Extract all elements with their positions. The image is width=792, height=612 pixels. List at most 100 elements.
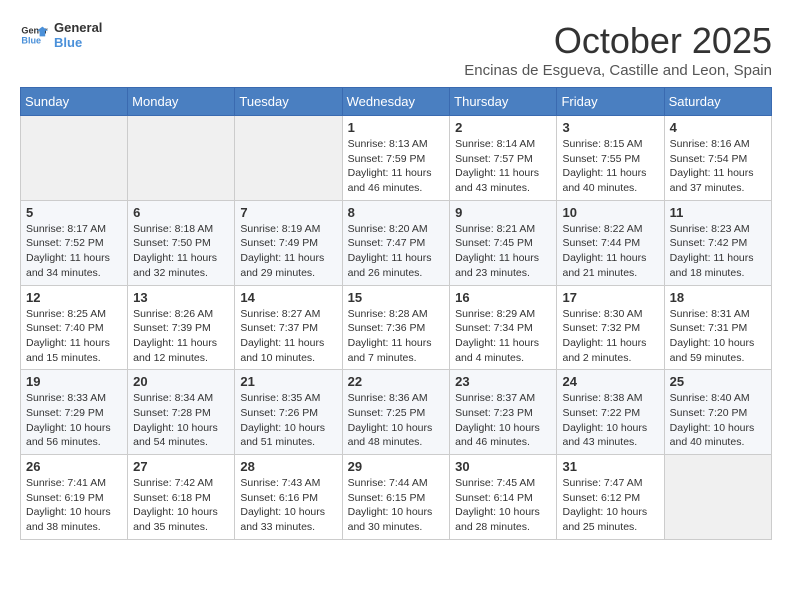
day-number: 2 — [455, 120, 551, 135]
weekday-header-friday: Friday — [557, 88, 664, 116]
day-cell: 1 Sunrise: 8:13 AM Sunset: 7:59 PM Daylig… — [342, 116, 450, 201]
day-info: Sunrise: 8:38 AM Sunset: 7:22 PM Dayligh… — [562, 391, 658, 450]
weekday-header-row: SundayMondayTuesdayWednesdayThursdayFrid… — [21, 88, 772, 116]
day-number: 6 — [133, 205, 229, 220]
day-cell: 27 Sunrise: 7:42 AM Sunset: 6:18 PM Dayli… — [128, 455, 235, 540]
day-info: Sunrise: 8:28 AM Sunset: 7:36 PM Dayligh… — [348, 307, 445, 366]
day-info: Sunrise: 8:15 AM Sunset: 7:55 PM Dayligh… — [562, 137, 658, 196]
day-info: Sunrise: 8:23 AM Sunset: 7:42 PM Dayligh… — [670, 222, 766, 281]
day-info: Sunrise: 8:26 AM Sunset: 7:39 PM Dayligh… — [133, 307, 229, 366]
day-info: Sunrise: 8:19 AM Sunset: 7:49 PM Dayligh… — [240, 222, 336, 281]
day-info: Sunrise: 8:29 AM Sunset: 7:34 PM Dayligh… — [455, 307, 551, 366]
day-info: Sunrise: 8:25 AM Sunset: 7:40 PM Dayligh… — [26, 307, 122, 366]
day-number: 31 — [562, 459, 658, 474]
day-number: 17 — [562, 290, 658, 305]
day-info: Sunrise: 8:37 AM Sunset: 7:23 PM Dayligh… — [455, 391, 551, 450]
day-cell: 31 Sunrise: 7:47 AM Sunset: 6:12 PM Dayli… — [557, 455, 664, 540]
day-number: 28 — [240, 459, 336, 474]
day-info: Sunrise: 7:47 AM Sunset: 6:12 PM Dayligh… — [562, 476, 658, 535]
day-number: 10 — [562, 205, 658, 220]
week-row-1: 1 Sunrise: 8:13 AM Sunset: 7:59 PM Daylig… — [21, 116, 772, 201]
day-cell: 18Sunrise: 8:31 AM Sunset: 7:31 PM Dayli… — [664, 285, 771, 370]
day-cell: 10 Sunrise: 8:22 AM Sunset: 7:44 PM Dayli… — [557, 200, 664, 285]
day-info: Sunrise: 8:21 AM Sunset: 7:45 PM Dayligh… — [455, 222, 551, 281]
day-info: Sunrise: 8:22 AM Sunset: 7:44 PM Dayligh… — [562, 222, 658, 281]
day-cell: 30 Sunrise: 7:45 AM Sunset: 6:14 PM Dayli… — [450, 455, 557, 540]
day-cell: 5Sunrise: 8:17 AM Sunset: 7:52 PM Daylig… — [21, 200, 128, 285]
weekday-header-thursday: Thursday — [450, 88, 557, 116]
day-cell: 22 Sunrise: 8:36 AM Sunset: 7:25 PM Dayli… — [342, 370, 450, 455]
day-number: 18 — [670, 290, 766, 305]
weekday-header-wednesday: Wednesday — [342, 88, 450, 116]
day-number: 20 — [133, 374, 229, 389]
day-cell: 12Sunrise: 8:25 AM Sunset: 7:40 PM Dayli… — [21, 285, 128, 370]
day-cell: 21 Sunrise: 8:35 AM Sunset: 7:26 PM Dayli… — [235, 370, 342, 455]
day-info: Sunrise: 7:43 AM Sunset: 6:16 PM Dayligh… — [240, 476, 336, 535]
day-cell: 3 Sunrise: 8:15 AM Sunset: 7:55 PM Daylig… — [557, 116, 664, 201]
day-info: Sunrise: 7:41 AM Sunset: 6:19 PM Dayligh… — [26, 476, 122, 535]
day-cell: 14Sunrise: 8:27 AM Sunset: 7:37 PM Dayli… — [235, 285, 342, 370]
day-cell: 17 Sunrise: 8:30 AM Sunset: 7:32 PM Dayli… — [557, 285, 664, 370]
day-info: Sunrise: 7:45 AM Sunset: 6:14 PM Dayligh… — [455, 476, 551, 535]
day-number: 15 — [348, 290, 445, 305]
day-number: 11 — [670, 205, 766, 220]
day-cell — [664, 455, 771, 540]
day-number: 22 — [348, 374, 445, 389]
day-info: Sunrise: 8:33 AM Sunset: 7:29 PM Dayligh… — [26, 391, 122, 450]
month-title: October 2025 — [464, 20, 772, 62]
svg-text:Blue: Blue — [21, 35, 41, 45]
day-info: Sunrise: 7:42 AM Sunset: 6:18 PM Dayligh… — [133, 476, 229, 535]
day-number: 19 — [26, 374, 122, 389]
day-number: 23 — [455, 374, 551, 389]
day-info: Sunrise: 8:17 AM Sunset: 7:52 PM Dayligh… — [26, 222, 122, 281]
day-cell: 9 Sunrise: 8:21 AM Sunset: 7:45 PM Daylig… — [450, 200, 557, 285]
day-info: Sunrise: 8:34 AM Sunset: 7:28 PM Dayligh… — [133, 391, 229, 450]
day-number: 3 — [562, 120, 658, 135]
title-area: October 2025 Encinas de Esgueva, Castill… — [464, 20, 772, 79]
day-info: Sunrise: 8:16 AM Sunset: 7:54 PM Dayligh… — [670, 137, 766, 196]
day-number: 25 — [670, 374, 766, 389]
day-cell: 20 Sunrise: 8:34 AM Sunset: 7:28 PM Dayli… — [128, 370, 235, 455]
day-number: 29 — [348, 459, 445, 474]
day-cell: 25 Sunrise: 8:40 AM Sunset: 7:20 PM Dayli… — [664, 370, 771, 455]
day-info: Sunrise: 8:13 AM Sunset: 7:59 PM Dayligh… — [348, 137, 445, 196]
weekday-header-sunday: Sunday — [21, 88, 128, 116]
day-cell: 24 Sunrise: 8:38 AM Sunset: 7:22 PM Dayli… — [557, 370, 664, 455]
day-cell: 15 Sunrise: 8:28 AM Sunset: 7:36 PM Dayli… — [342, 285, 450, 370]
day-number: 1 — [348, 120, 445, 135]
day-cell: 13 Sunrise: 8:26 AM Sunset: 7:39 PM Dayli… — [128, 285, 235, 370]
week-row-2: 5Sunrise: 8:17 AM Sunset: 7:52 PM Daylig… — [21, 200, 772, 285]
logo: General Blue General Blue — [20, 20, 102, 50]
day-number: 13 — [133, 290, 229, 305]
day-number: 30 — [455, 459, 551, 474]
location-subtitle: Encinas de Esgueva, Castille and Leon, S… — [464, 62, 772, 79]
day-number: 16 — [455, 290, 551, 305]
day-number: 9 — [455, 205, 551, 220]
weekday-header-saturday: Saturday — [664, 88, 771, 116]
day-info: Sunrise: 8:20 AM Sunset: 7:47 PM Dayligh… — [348, 222, 445, 281]
day-cell: 19 Sunrise: 8:33 AM Sunset: 7:29 PM Dayli… — [21, 370, 128, 455]
day-cell: 2 Sunrise: 8:14 AM Sunset: 7:57 PM Daylig… — [450, 116, 557, 201]
day-cell — [21, 116, 128, 201]
day-cell: 11 Sunrise: 8:23 AM Sunset: 7:42 PM Dayli… — [664, 200, 771, 285]
day-number: 24 — [562, 374, 658, 389]
day-info: Sunrise: 8:30 AM Sunset: 7:32 PM Dayligh… — [562, 307, 658, 366]
day-info: Sunrise: 8:36 AM Sunset: 7:25 PM Dayligh… — [348, 391, 445, 450]
day-info: Sunrise: 8:35 AM Sunset: 7:26 PM Dayligh… — [240, 391, 336, 450]
week-row-4: 19 Sunrise: 8:33 AM Sunset: 7:29 PM Dayli… — [21, 370, 772, 455]
calendar-table: SundayMondayTuesdayWednesdayThursdayFrid… — [20, 87, 772, 540]
header: General Blue General Blue October 2025 E… — [20, 20, 772, 79]
day-cell: 26 Sunrise: 7:41 AM Sunset: 6:19 PM Dayli… — [21, 455, 128, 540]
day-cell: 4Sunrise: 8:16 AM Sunset: 7:54 PM Daylig… — [664, 116, 771, 201]
day-number: 26 — [26, 459, 122, 474]
day-cell — [128, 116, 235, 201]
day-number: 27 — [133, 459, 229, 474]
day-info: Sunrise: 8:18 AM Sunset: 7:50 PM Dayligh… — [133, 222, 229, 281]
day-info: Sunrise: 8:40 AM Sunset: 7:20 PM Dayligh… — [670, 391, 766, 450]
weekday-header-monday: Monday — [128, 88, 235, 116]
day-number: 14 — [240, 290, 336, 305]
day-number: 21 — [240, 374, 336, 389]
day-info: Sunrise: 8:14 AM Sunset: 7:57 PM Dayligh… — [455, 137, 551, 196]
day-number: 8 — [348, 205, 445, 220]
day-number: 7 — [240, 205, 336, 220]
